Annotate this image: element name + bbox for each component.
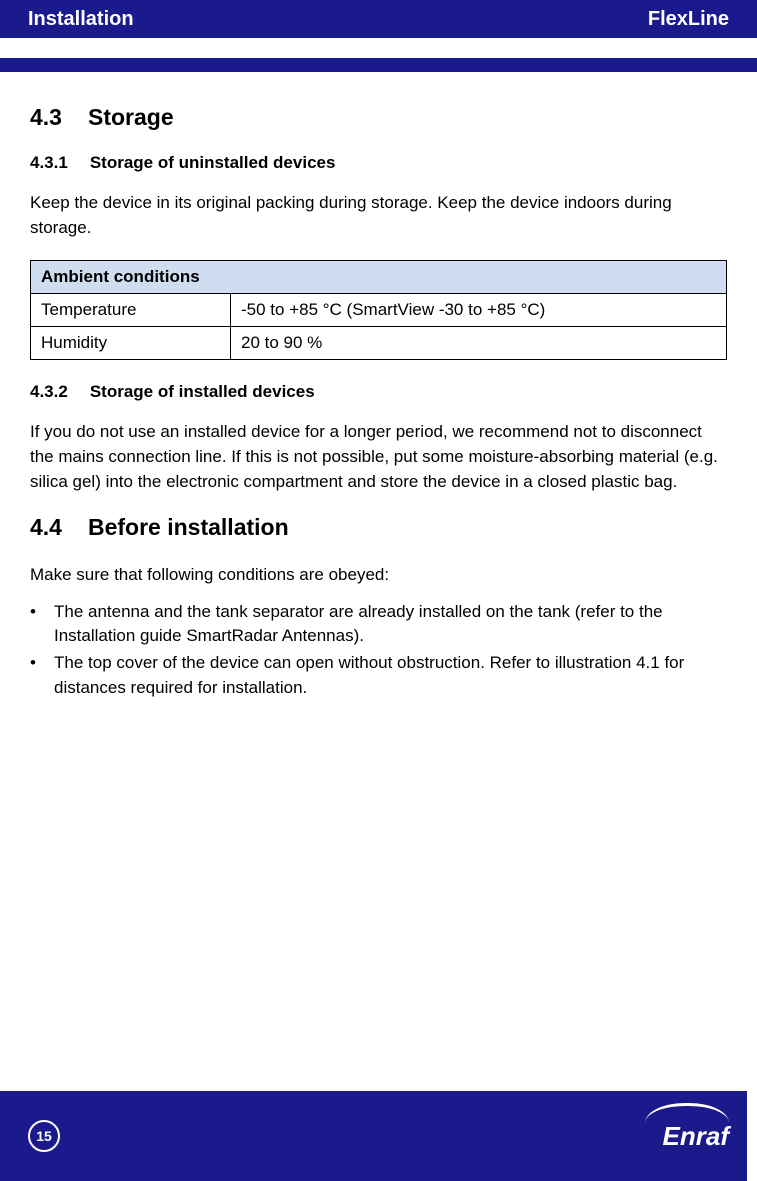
list-item: • The antenna and the tank separator are… (30, 600, 727, 649)
table-cell-label: Temperature (31, 294, 231, 327)
section-title: Storage (88, 104, 174, 131)
table-row: Humidity 20 to 90 % (31, 327, 727, 360)
document-page: Installation FlexLine 4.3 Storage 4.3.1 … (0, 0, 757, 1181)
section-number: 4.3 (30, 104, 62, 131)
footer-bar: 15 Enraf (0, 1091, 757, 1181)
header-bar: Installation FlexLine (0, 0, 757, 38)
table-cell-value: -50 to +85 °C (SmartView -30 to +85 °C) (231, 294, 727, 327)
bullet-text: The antenna and the tank separator are a… (54, 600, 727, 649)
page-number: 15 (36, 1128, 52, 1144)
bullet-icon: • (30, 600, 54, 649)
before-intro: Make sure that following conditions are … (30, 563, 727, 588)
content-area: 4.3 Storage 4.3.1 Storage of uninstalled… (0, 72, 757, 1091)
section-heading-before: 4.4 Before installation (30, 514, 727, 541)
list-item: • The top cover of the device can open w… (30, 651, 727, 700)
installed-body: If you do not use an installed device fo… (30, 420, 727, 494)
brand-arc-icon (645, 1103, 729, 1123)
page-number-badge: 15 (28, 1120, 60, 1152)
bullet-text: The top cover of the device can open wit… (54, 651, 727, 700)
section-title: Before installation (88, 514, 289, 541)
ambient-conditions-table: Ambient conditions Temperature -50 to +8… (30, 260, 727, 360)
subsection-heading-installed: 4.3.2 Storage of installed devices (30, 382, 727, 402)
section-heading-storage: 4.3 Storage (30, 104, 727, 131)
subsection-number: 4.3.1 (30, 153, 68, 173)
footer-end-stripe (747, 1091, 757, 1181)
header-left: Installation (28, 8, 134, 31)
table-row: Temperature -50 to +85 °C (SmartView -30… (31, 294, 727, 327)
brand-logo: Enraf (645, 1103, 729, 1152)
subsection-title: Storage of uninstalled devices (90, 153, 336, 173)
section-number: 4.4 (30, 514, 62, 541)
brand-text: Enraf (663, 1121, 729, 1152)
table-cell-label: Humidity (31, 327, 231, 360)
subsection-title: Storage of installed devices (90, 382, 315, 402)
before-bullet-list: • The antenna and the tank separator are… (30, 600, 727, 701)
subsection-heading-uninstalled: 4.3.1 Storage of uninstalled devices (30, 153, 727, 173)
uninstalled-body: Keep the device in its original packing … (30, 191, 727, 240)
header-right: FlexLine (648, 8, 729, 31)
table-header: Ambient conditions (31, 261, 727, 294)
bullet-icon: • (30, 651, 54, 700)
subsection-number: 4.3.2 (30, 382, 68, 402)
header-accent-bar (0, 58, 757, 72)
table-cell-value: 20 to 90 % (231, 327, 727, 360)
